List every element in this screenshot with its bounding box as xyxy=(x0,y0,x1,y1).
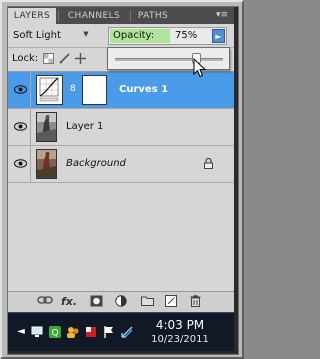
link-layers-icon[interactable] xyxy=(36,295,54,309)
layer-thumbnail[interactable] xyxy=(36,149,57,179)
mouse-cursor-icon xyxy=(193,58,207,78)
eye-icon[interactable] xyxy=(12,119,28,135)
lock-image-pixels-icon[interactable] xyxy=(58,53,70,65)
add-mask-icon[interactable] xyxy=(87,295,105,309)
tray-wireless-icon[interactable] xyxy=(120,325,134,339)
panel-menu-icon[interactable]: ▾≡ xyxy=(215,9,229,21)
adjustment-layer-icon[interactable] xyxy=(112,295,130,309)
tab-divider xyxy=(58,10,59,22)
lock-transparent-pixels-icon[interactable] xyxy=(42,53,54,65)
panel-footer: fx. xyxy=(8,291,234,312)
layers-panel: LAYERS CHANNELS PATHS ▾≡ Soft Light ▼ Op… xyxy=(8,7,234,312)
layer-row-background[interactable]: Background xyxy=(8,146,234,183)
mask-link-icon[interactable]: 8 xyxy=(70,84,76,94)
taskbar: ◄ Q 4:03 PM 10/23/2011 xyxy=(8,312,234,351)
new-layer-icon[interactable] xyxy=(162,295,180,309)
blend-row: Soft Light ▼ Opacity: 75% ► xyxy=(8,24,234,48)
tab-divider xyxy=(130,10,131,22)
layer-name[interactable]: Layer 1 xyxy=(66,120,103,134)
chevron-up-icon[interactable]: ◄ xyxy=(14,325,28,339)
opacity-slider-popup xyxy=(107,47,230,70)
layer-mask-thumbnail[interactable] xyxy=(82,75,107,105)
tray-antivirus-icon[interactable] xyxy=(84,325,98,339)
opacity-label: Opacity: xyxy=(110,29,170,43)
tab-channels[interactable]: CHANNELS xyxy=(60,8,128,24)
fx-icon[interactable]: fx. xyxy=(60,295,78,309)
lock-icon xyxy=(204,157,214,170)
chevron-down-icon[interactable]: ▼ xyxy=(80,27,92,41)
opacity-control[interactable]: Opacity: 75% ► xyxy=(108,27,227,45)
clock-time: 4:03 PM xyxy=(155,318,205,332)
curves-adjustment-icon[interactable] xyxy=(36,75,63,105)
tab-layers[interactable]: LAYERS xyxy=(8,8,56,24)
opacity-input[interactable]: 75% xyxy=(175,29,205,43)
layer-name[interactable]: Curves 1 xyxy=(119,83,168,97)
panel-tab-bar: LAYERS CHANNELS PATHS ▾≡ xyxy=(8,7,234,24)
eye-icon[interactable] xyxy=(12,82,28,98)
lock-label: Lock: xyxy=(12,53,39,64)
trash-icon[interactable] xyxy=(186,295,204,309)
lock-position-icon[interactable] xyxy=(74,53,86,65)
svg-text:Q: Q xyxy=(51,329,58,339)
layer-name[interactable]: Background xyxy=(66,157,126,171)
tray-action-center-icon[interactable] xyxy=(102,325,116,339)
tray-users-icon[interactable] xyxy=(66,325,80,339)
chevron-right-icon[interactable]: ► xyxy=(212,29,225,43)
system-clock[interactable]: 4:03 PM 10/23/2011 xyxy=(140,318,220,347)
layer-row-layer1[interactable]: Layer 1 xyxy=(8,109,234,146)
tray-network-icon[interactable] xyxy=(30,325,44,339)
tab-paths[interactable]: PATHS xyxy=(132,8,174,24)
layer-thumbnail[interactable] xyxy=(36,112,57,142)
tray-app-green-icon[interactable]: Q xyxy=(48,325,62,339)
layers-list: 8 Curves 1 Layer 1 Background xyxy=(8,71,234,291)
new-group-icon[interactable] xyxy=(138,295,156,309)
clock-date: 10/23/2011 xyxy=(151,334,209,345)
eye-icon[interactable] xyxy=(12,156,28,172)
